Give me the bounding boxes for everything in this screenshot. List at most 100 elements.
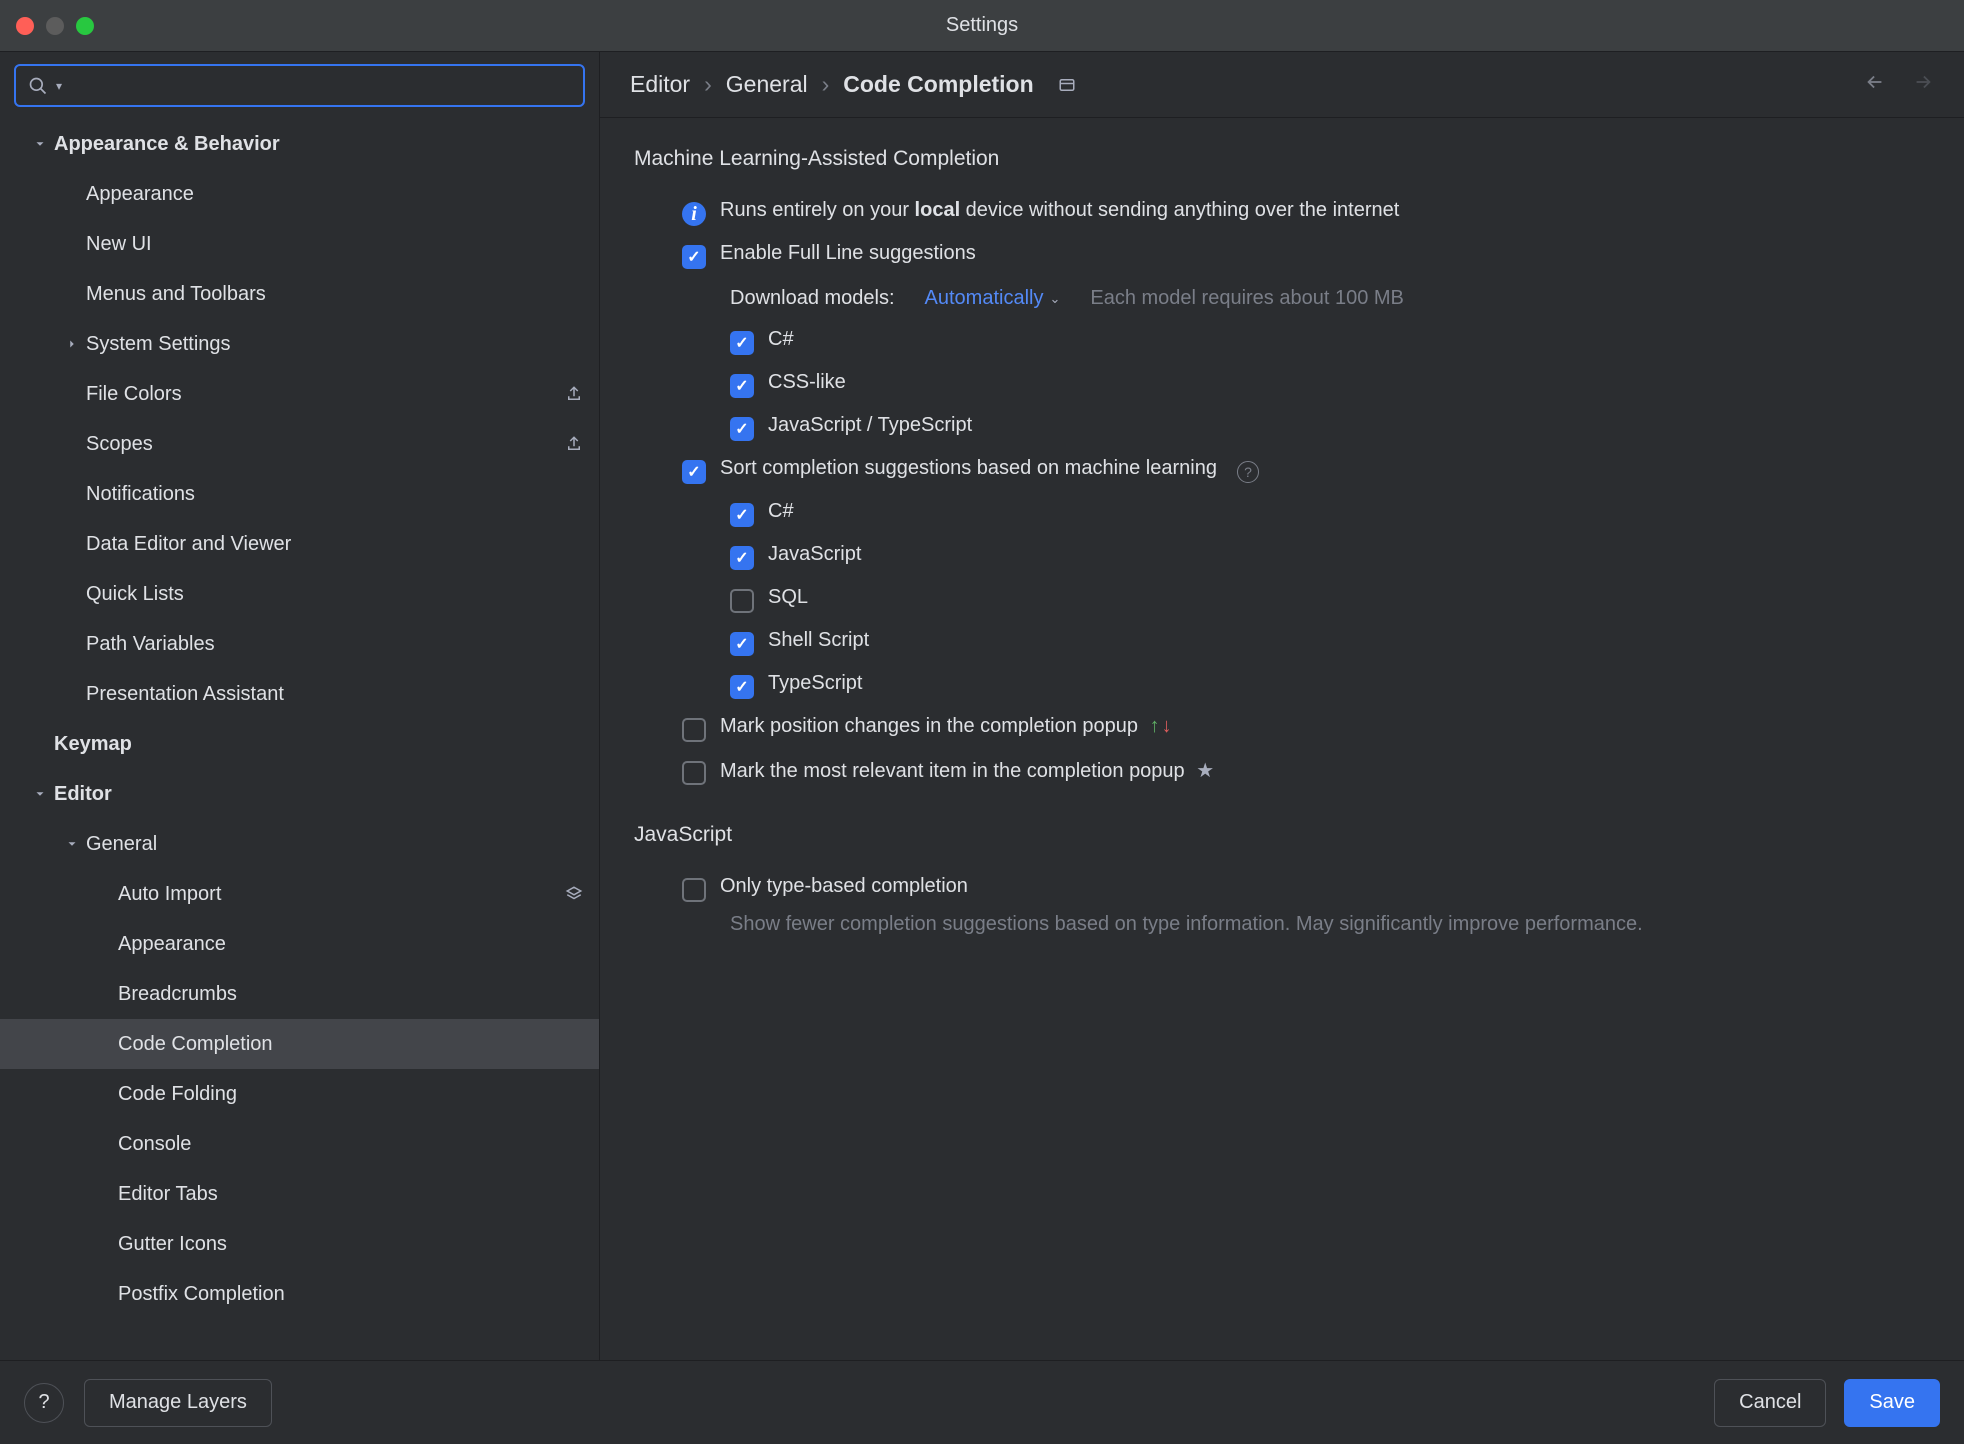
share-icon bbox=[549, 435, 599, 453]
label-download-models: Download models: bbox=[730, 287, 895, 310]
sidebar-item-menus-and-toolbars[interactable]: Menus and Toolbars bbox=[0, 269, 599, 319]
search-icon bbox=[28, 76, 48, 96]
sidebar-item-label: Menus and Toolbars bbox=[86, 283, 549, 306]
tree-arrow-icon bbox=[58, 337, 86, 351]
sidebar-item-label: Editor Tabs bbox=[118, 1183, 549, 1206]
sidebar-item-label: Appearance & Behavior bbox=[54, 133, 549, 156]
sidebar-item-label: General bbox=[86, 833, 549, 856]
sidebar-item-quick-lists[interactable]: Quick Lists bbox=[0, 569, 599, 619]
window-title: Settings bbox=[946, 14, 1018, 37]
breadcrumb-editor[interactable]: Editor bbox=[630, 71, 690, 98]
settings-scroll[interactable]: ✓ Enable auto-popup of tag name code com… bbox=[600, 118, 1964, 1360]
checkbox-type-based[interactable] bbox=[682, 878, 706, 902]
footer: ? Manage Layers Cancel Save bbox=[0, 1360, 1964, 1444]
sidebar-item-label: Keymap bbox=[54, 733, 549, 756]
label-lang-jsts: JavaScript / TypeScript bbox=[768, 414, 972, 437]
info-icon: i bbox=[682, 202, 706, 226]
tree-arrow-icon bbox=[58, 837, 86, 851]
sidebar-item-label: Quick Lists bbox=[86, 583, 549, 606]
sidebar-item-appearance[interactable]: Appearance bbox=[0, 169, 599, 219]
sidebar-item-label: Postfix Completion bbox=[118, 1283, 549, 1306]
row-sort-ts: ✓ TypeScript bbox=[634, 664, 1930, 707]
sidebar-item-label: Presentation Assistant bbox=[86, 683, 549, 706]
breadcrumb: Editor › General › Code Completion bbox=[630, 71, 1076, 98]
settings-tree: Appearance & Behavior Appearance New UI Men… bbox=[0, 119, 599, 1360]
sidebar-item-appearance[interactable]: Appearance bbox=[0, 919, 599, 969]
close-window-button[interactable] bbox=[16, 17, 34, 35]
breadcrumb-general[interactable]: General bbox=[726, 71, 808, 98]
sidebar-item-label: Breadcrumbs bbox=[118, 983, 549, 1006]
window-controls bbox=[16, 17, 94, 35]
label-lang-css: CSS-like bbox=[768, 371, 846, 394]
row-mark-relevant: Mark the most relevant item in the compl… bbox=[634, 750, 1930, 793]
sidebar-item-breadcrumbs[interactable]: Breadcrumbs bbox=[0, 969, 599, 1019]
sidebar: ▾ Appearance & Behavior Appearance New UI M… bbox=[0, 52, 600, 1360]
sidebar-item-label: Gutter Icons bbox=[118, 1233, 549, 1256]
checkbox-sort-ml[interactable]: ✓ bbox=[682, 460, 706, 484]
checkbox-mark-position[interactable] bbox=[682, 718, 706, 742]
sidebar-item-label: New UI bbox=[86, 233, 549, 256]
sidebar-item-keymap[interactable]: Keymap bbox=[0, 719, 599, 769]
checkbox-full-line[interactable]: ✓ bbox=[682, 245, 706, 269]
sidebar-item-auto-import[interactable]: Auto Import bbox=[0, 869, 599, 919]
save-button[interactable]: Save bbox=[1844, 1379, 1940, 1427]
sidebar-item-general[interactable]: General bbox=[0, 819, 599, 869]
row-lang-jsts: ✓ JavaScript / TypeScript bbox=[634, 406, 1930, 449]
sidebar-item-label: System Settings bbox=[86, 333, 549, 356]
sidebar-item-presentation-assistant[interactable]: Presentation Assistant bbox=[0, 669, 599, 719]
label-mark-position: Mark position changes in the completion … bbox=[720, 715, 1172, 738]
dropdown-download-models[interactable]: Automatically ⌄ bbox=[925, 287, 1061, 310]
sidebar-item-label: Appearance bbox=[86, 183, 549, 206]
sidebar-item-file-colors[interactable]: File Colors bbox=[0, 369, 599, 419]
nav-back-icon[interactable] bbox=[1864, 71, 1886, 99]
checkbox-sort-shell[interactable]: ✓ bbox=[730, 632, 754, 656]
label-sort-sql: SQL bbox=[768, 586, 808, 609]
search-input[interactable] bbox=[70, 74, 571, 97]
share-icon bbox=[549, 385, 599, 403]
main-area: ▾ Appearance & Behavior Appearance New UI M… bbox=[0, 52, 1964, 1360]
sidebar-item-gutter-icons[interactable]: Gutter Icons bbox=[0, 1219, 599, 1269]
sidebar-item-appearance-behavior[interactable]: Appearance & Behavior bbox=[0, 119, 599, 169]
sidebar-item-new-ui[interactable]: New UI bbox=[0, 219, 599, 269]
sidebar-item-code-folding[interactable]: Code Folding bbox=[0, 1069, 599, 1119]
info-row: i Runs entirely on your local device wit… bbox=[634, 191, 1930, 234]
label-sort-js: JavaScript bbox=[768, 543, 861, 566]
sidebar-item-label: Data Editor and Viewer bbox=[86, 533, 549, 556]
info-text: Runs entirely on your local device witho… bbox=[720, 199, 1399, 222]
row-lang-csharp: ✓ C# bbox=[634, 320, 1930, 363]
nav-forward-icon[interactable] bbox=[1912, 71, 1934, 99]
checkbox-sort-csharp[interactable]: ✓ bbox=[730, 503, 754, 527]
sidebar-item-console[interactable]: Console bbox=[0, 1119, 599, 1169]
minimize-window-button[interactable] bbox=[46, 17, 64, 35]
checkbox-sort-sql[interactable] bbox=[730, 589, 754, 613]
cancel-button[interactable]: Cancel bbox=[1714, 1379, 1826, 1427]
checkbox-lang-csharp[interactable]: ✓ bbox=[730, 331, 754, 355]
help-icon[interactable]: ? bbox=[1237, 461, 1259, 483]
sidebar-item-scopes[interactable]: Scopes bbox=[0, 419, 599, 469]
sidebar-item-code-completion[interactable]: Code Completion bbox=[0, 1019, 599, 1069]
help-button[interactable]: ? bbox=[24, 1383, 64, 1423]
search-dropdown-icon[interactable]: ▾ bbox=[56, 79, 62, 93]
search-box[interactable]: ▾ bbox=[14, 64, 585, 107]
sidebar-item-notifications[interactable]: Notifications bbox=[0, 469, 599, 519]
sidebar-item-postfix-completion[interactable]: Postfix Completion bbox=[0, 1269, 599, 1319]
checkbox-sort-js[interactable]: ✓ bbox=[730, 546, 754, 570]
titlebar: Settings bbox=[0, 0, 1964, 52]
breadcrumb-code-completion: Code Completion bbox=[843, 71, 1033, 98]
sidebar-item-system-settings[interactable]: System Settings bbox=[0, 319, 599, 369]
maximize-window-button[interactable] bbox=[76, 17, 94, 35]
sidebar-item-label: Path Variables bbox=[86, 633, 549, 656]
sidebar-item-editor[interactable]: Editor bbox=[0, 769, 599, 819]
manage-layers-button[interactable]: Manage Layers bbox=[84, 1379, 272, 1427]
checkbox-lang-jsts[interactable]: ✓ bbox=[730, 417, 754, 441]
checkbox-mark-relevant[interactable] bbox=[682, 761, 706, 785]
checkbox-sort-ts[interactable]: ✓ bbox=[730, 675, 754, 699]
label-mark-relevant: Mark the most relevant item in the compl… bbox=[720, 758, 1214, 783]
sidebar-item-path-variables[interactable]: Path Variables bbox=[0, 619, 599, 669]
sidebar-item-editor-tabs[interactable]: Editor Tabs bbox=[0, 1169, 599, 1219]
scheme-icon[interactable] bbox=[1058, 76, 1076, 94]
sidebar-item-label: Auto Import bbox=[118, 883, 549, 906]
sidebar-item-data-editor-and-viewer[interactable]: Data Editor and Viewer bbox=[0, 519, 599, 569]
checkbox-lang-css[interactable]: ✓ bbox=[730, 374, 754, 398]
label-full-line: Enable Full Line suggestions bbox=[720, 242, 976, 265]
